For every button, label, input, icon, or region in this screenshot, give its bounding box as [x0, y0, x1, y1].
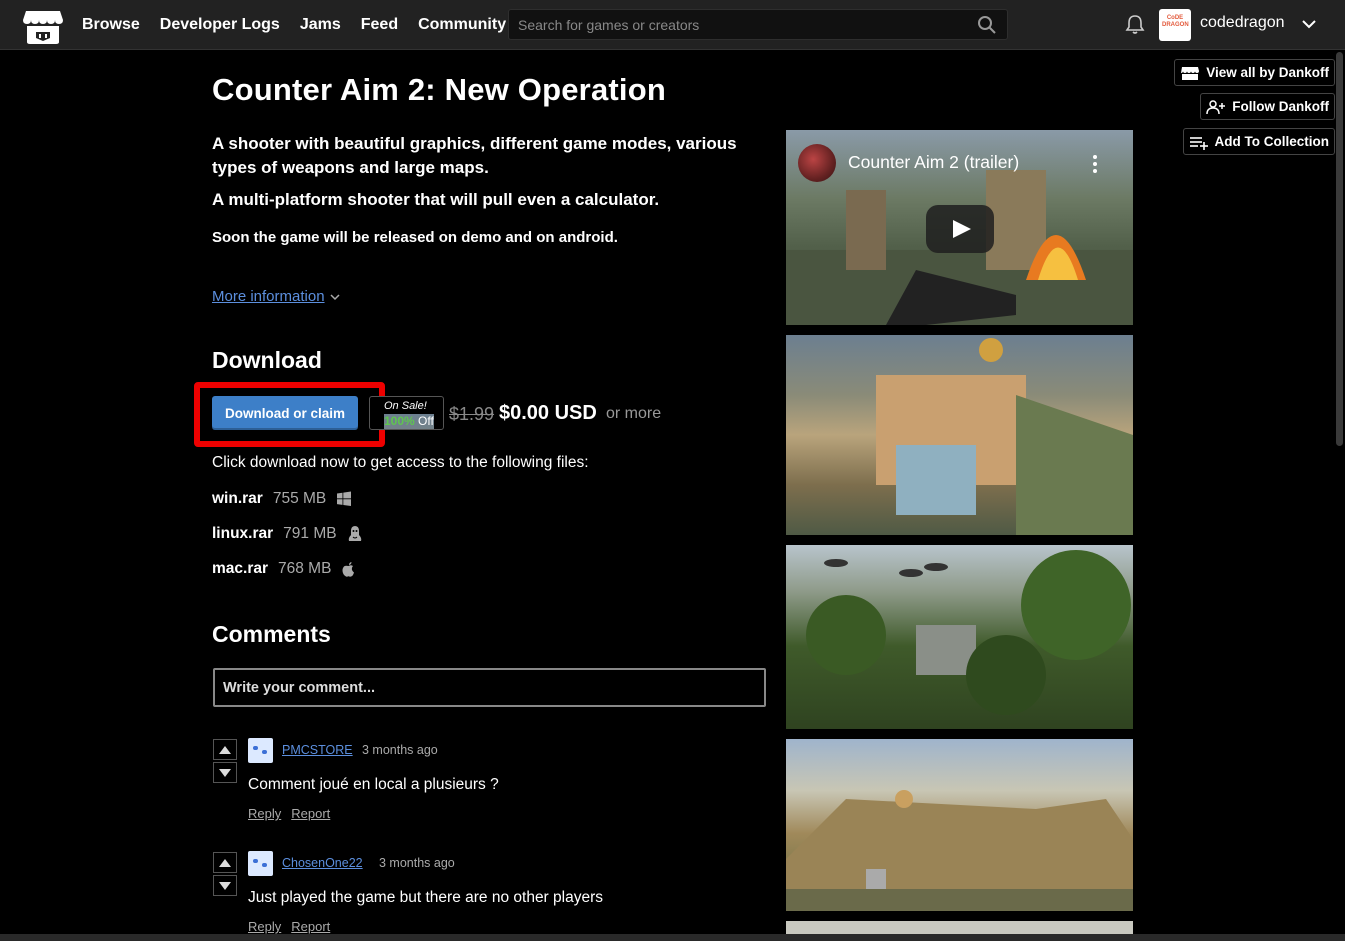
upvote-button[interactable] — [213, 852, 237, 873]
add-collection-label: Add To Collection — [1214, 134, 1330, 149]
file-row: win.rar 755 MB — [212, 490, 352, 508]
follow-button[interactable]: Follow Dankoff — [1200, 93, 1335, 120]
triangle-up-icon — [219, 858, 231, 867]
game-title: Counter Aim 2: New Operation — [212, 72, 666, 107]
more-information-label: More information — [212, 288, 325, 305]
user-avatar[interactable]: CoDE DRAGON — [1159, 9, 1191, 41]
comments-heading: Comments — [212, 621, 331, 647]
video-title: Counter Aim 2 (trailer) — [848, 152, 1020, 172]
report-link[interactable]: Report — [291, 806, 330, 821]
screenshot-image[interactable] — [786, 335, 1133, 535]
search-bar — [508, 9, 1008, 40]
town-screenshot — [876, 338, 1133, 535]
play-button[interactable] — [926, 205, 994, 253]
triangle-up-icon — [219, 745, 231, 754]
forest-screenshot — [806, 550, 1131, 715]
view-all-button[interactable]: View all by Dankoff — [1174, 59, 1335, 86]
sale-label: On Sale! — [384, 400, 427, 412]
vote-controls — [213, 852, 237, 898]
reply-link[interactable]: Reply — [248, 919, 281, 934]
search-input[interactable] — [509, 10, 969, 39]
comment-time: 3 months ago — [379, 856, 455, 870]
search-icon[interactable] — [977, 15, 997, 35]
screenshot-image[interactable] — [786, 545, 1133, 729]
sale-badge: On Sale! 100% Off — [369, 396, 444, 430]
report-link[interactable]: Report — [291, 919, 330, 934]
username[interactable]: codedragon — [1200, 14, 1285, 32]
nav-feed[interactable]: Feed — [361, 16, 398, 34]
nav-browse[interactable]: Browse — [82, 16, 140, 34]
comment-actions: Reply Report — [248, 806, 330, 821]
comment-box — [213, 668, 766, 707]
nav-jams[interactable]: Jams — [300, 16, 341, 34]
comment-body: Comment joué en local a plusieurs ? — [248, 776, 499, 793]
notification-bell-icon[interactable] — [1124, 13, 1146, 35]
game-description-2: A multi-platform shooter that will pull … — [212, 190, 660, 209]
avatar[interactable] — [248, 851, 273, 876]
avatar-text: CoDE DRAGON — [1162, 15, 1189, 28]
comment-time: 3 months ago — [362, 743, 438, 757]
avatar[interactable] — [248, 738, 273, 763]
game-description-3: Soon the game will be released on demo a… — [212, 229, 618, 246]
comment-input[interactable] — [215, 670, 764, 705]
file-size: 791 MB — [283, 525, 337, 542]
nav-developer-logs[interactable]: Developer Logs — [160, 16, 280, 34]
apple-icon — [342, 561, 355, 577]
linux-icon — [348, 526, 361, 541]
playlist-add-icon — [1189, 136, 1208, 150]
game-description-1: A shooter with beautiful graphics, diffe… — [212, 134, 737, 177]
file-name: win.rar — [212, 490, 263, 507]
add-to-collection-button[interactable]: Add To Collection — [1182, 128, 1335, 155]
itch-small-icon — [1181, 66, 1200, 80]
file-row: linux.rar 791 MB — [212, 525, 363, 543]
comment-actions: Reply Report — [248, 919, 330, 934]
follow-label: Follow Dankoff — [1232, 99, 1329, 114]
or-more-label: or more — [606, 405, 662, 422]
add-user-icon — [1206, 99, 1226, 114]
comment-username[interactable]: ChosenOne22 — [282, 856, 363, 870]
more-information-link[interactable]: More information — [212, 288, 341, 305]
highlight-box — [194, 382, 385, 447]
reply-link[interactable]: Reply — [248, 806, 281, 821]
windows-icon — [337, 491, 352, 506]
download-note: Click download now to get access to the … — [212, 454, 589, 471]
downvote-button[interactable] — [213, 875, 237, 896]
file-size: 768 MB — [278, 560, 332, 577]
current-price: $0.00 USD — [499, 402, 597, 424]
chevron-down-icon — [330, 293, 340, 300]
file-row: mac.rar 768 MB — [212, 560, 356, 578]
horizontal-scrollbar[interactable] — [0, 934, 1345, 941]
view-all-label: View all by Dankoff — [1206, 65, 1329, 80]
file-name: linux.rar — [212, 525, 274, 542]
file-size: 755 MB — [272, 490, 327, 507]
download-heading: Download — [212, 347, 322, 373]
itch-logo-icon[interactable] — [22, 7, 64, 45]
channel-logo — [798, 144, 836, 182]
trailer-video[interactable]: Counter Aim 2 (trailer) — [786, 130, 1133, 325]
vote-controls — [213, 739, 237, 785]
more-options-icon[interactable] — [1092, 154, 1098, 174]
triangle-down-icon — [219, 768, 231, 777]
screenshot-image[interactable] — [786, 739, 1133, 911]
sale-discount: 100% Off — [384, 414, 434, 429]
main-nav: Browse Developer Logs Jams Feed Communit… — [82, 0, 506, 50]
comment-body: Just played the game but there are no ot… — [248, 889, 603, 906]
comment-username[interactable]: PMCSTORE — [282, 743, 353, 757]
file-name: mac.rar — [212, 560, 269, 577]
top-navbar: Browse Developer Logs Jams Feed Communit… — [0, 0, 1345, 50]
upvote-button[interactable] — [213, 739, 237, 760]
nav-community[interactable]: Community — [418, 16, 506, 34]
page-scrollbar[interactable] — [1336, 52, 1343, 446]
triangle-down-icon — [219, 881, 231, 890]
original-price: $1.99 — [449, 404, 495, 424]
chevron-down-icon[interactable] — [1300, 15, 1318, 33]
fortress-screenshot — [786, 790, 1133, 911]
downvote-button[interactable] — [213, 762, 237, 783]
